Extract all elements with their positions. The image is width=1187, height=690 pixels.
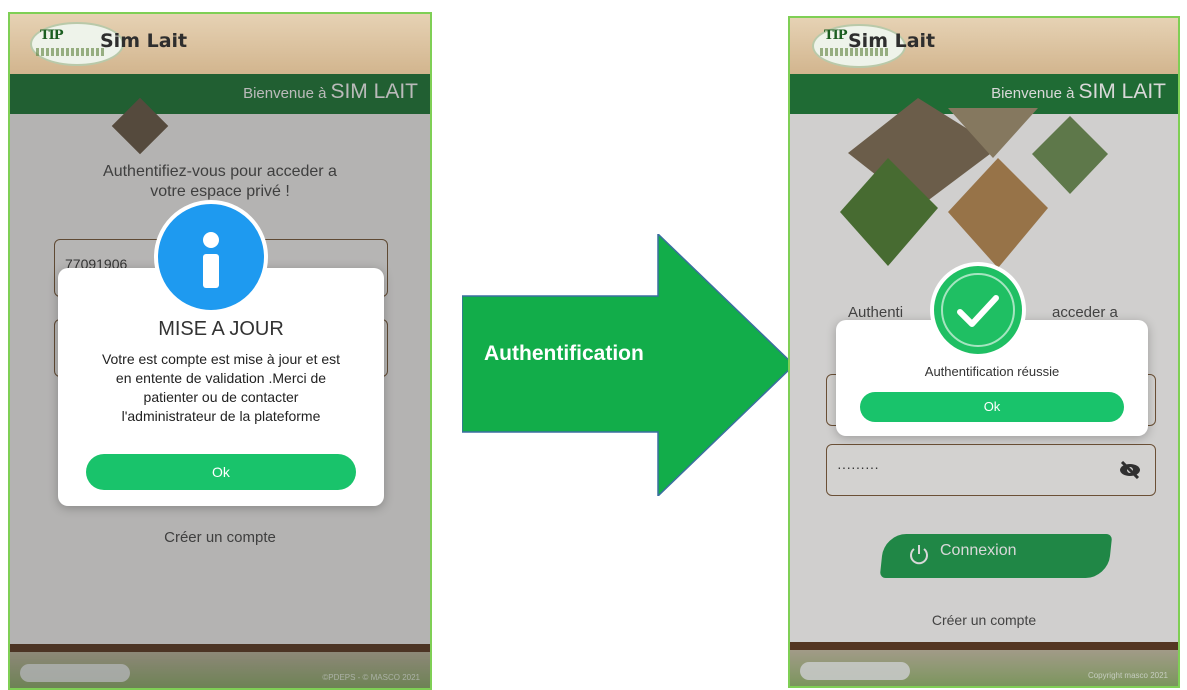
message-line-3: patienter ou de contacter (143, 389, 299, 405)
logo-subtext (36, 48, 106, 56)
success-dialog-message: Authentification réussie (924, 364, 1060, 379)
app-header: TIP Sim Lait (790, 18, 1178, 74)
checkmark-icon (930, 262, 1026, 358)
info-icon (154, 200, 268, 314)
app-name: Sim Lait (848, 30, 936, 52)
app-name: Sim Lait (100, 30, 188, 52)
info-glyph (203, 232, 219, 288)
flow-arrow-label: Authentification (484, 342, 644, 365)
success-dialog-ok-button[interactable]: Ok (860, 392, 1124, 422)
message-line-4: l'administrateur de la plateforme (121, 408, 321, 424)
right-phone-screen: TIP Sim Lait Bienvenue à SIM LAIT Authent… (788, 16, 1180, 688)
logo-mark-text: TIP (40, 28, 64, 43)
left-phone-screen: TIP Sim Lait Bienvenue à SIM LAIT Authent… (8, 12, 432, 690)
checkmark-glyph (941, 273, 1015, 347)
message-line-2: en entente de validation .Merci de (115, 370, 327, 386)
message-line-1: Votre est compte est mise à jour et est (101, 351, 341, 367)
logo-mark-text: TIP (824, 28, 848, 43)
update-dialog-title: MISE A JOUR (158, 318, 284, 340)
app-header: TIP Sim Lait (10, 14, 430, 74)
update-dialog-ok-button[interactable]: Ok (86, 454, 356, 490)
update-dialog-message: Votre est compte est mise à jour et est … (60, 350, 382, 426)
